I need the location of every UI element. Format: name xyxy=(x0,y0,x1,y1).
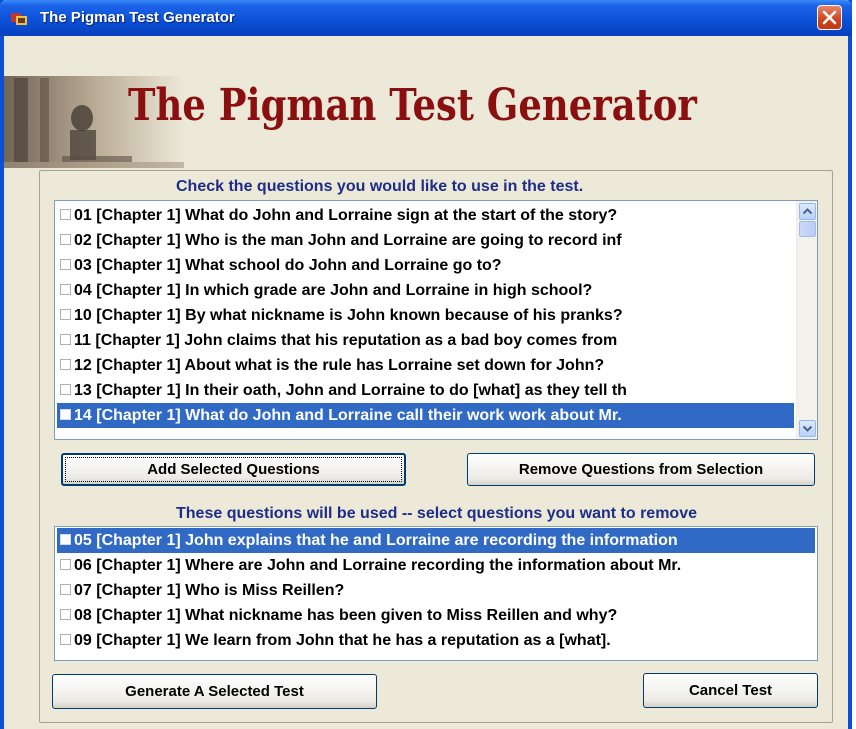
list-item-label: 01 [Chapter 1] What do John and Lorraine… xyxy=(74,207,618,224)
checkbox-icon[interactable] xyxy=(60,634,71,646)
checkbox-icon[interactable] xyxy=(60,384,71,396)
available-instruction: Check the questions you would like to us… xyxy=(176,178,584,195)
checkbox-icon[interactable] xyxy=(60,609,71,621)
list-item[interactable]: 02 [Chapter 1] Who is the man John and L… xyxy=(57,228,794,253)
cancel-test-button[interactable]: Cancel Test xyxy=(643,673,818,708)
checkbox-icon[interactable] xyxy=(60,359,71,371)
list-item[interactable]: 13 [Chapter 1] In their oath, John and L… xyxy=(57,378,794,403)
list-item[interactable]: 03 [Chapter 1] What school do John and L… xyxy=(57,253,794,278)
checkbox-icon[interactable] xyxy=(60,234,71,246)
list-item[interactable]: 05 [Chapter 1] John explains that he and… xyxy=(57,528,815,553)
checkbox-icon[interactable] xyxy=(60,284,71,296)
checkbox-icon[interactable] xyxy=(60,209,71,221)
title-bar[interactable]: The Pigman Test Generator xyxy=(0,0,852,36)
list-item-label: 10 [Chapter 1] By what nickname is John … xyxy=(74,307,623,324)
checkbox-icon[interactable] xyxy=(60,334,71,346)
checkbox-icon[interactable] xyxy=(60,584,71,596)
close-icon xyxy=(822,10,837,25)
scroll-down-button[interactable] xyxy=(799,420,816,437)
scroll-up-icon xyxy=(802,208,813,215)
list-item-label: 06 [Chapter 1] Where are John and Lorrai… xyxy=(74,557,682,574)
list-item-label: 03 [Chapter 1] What school do John and L… xyxy=(74,257,502,274)
scroll-thumb[interactable] xyxy=(799,221,816,237)
banner-title: The Pigman Test Generator xyxy=(128,80,697,131)
checkbox-icon[interactable] xyxy=(60,534,71,546)
list-item-label: 07 [Chapter 1] Who is Miss Reillen? xyxy=(74,582,345,599)
list-item[interactable]: 11 [Chapter 1] John claims that his repu… xyxy=(57,328,794,353)
list-item[interactable]: 10 [Chapter 1] By what nickname is John … xyxy=(57,303,794,328)
list-item[interactable]: 09 [Chapter 1] We learn from John that h… xyxy=(57,628,815,653)
generate-test-button[interactable]: Generate A Selected Test xyxy=(52,674,377,709)
selected-instruction: These questions will be used -- select q… xyxy=(176,505,697,522)
list-item-label: 14 [Chapter 1] What do John and Lorraine… xyxy=(74,407,622,424)
close-button[interactable] xyxy=(817,5,842,30)
scroll-up-button[interactable] xyxy=(799,203,816,220)
checkbox-icon[interactable] xyxy=(60,409,71,421)
remove-selection-button[interactable]: Remove Questions from Selection xyxy=(467,453,815,486)
list-item[interactable]: 14 [Chapter 1] What do John and Lorraine… xyxy=(57,403,794,428)
list-item-label: 13 [Chapter 1] In their oath, John and L… xyxy=(74,382,627,399)
list-item[interactable]: 07 [Chapter 1] Who is Miss Reillen? xyxy=(57,578,815,603)
list-item[interactable]: 12 [Chapter 1] About what is the rule ha… xyxy=(57,353,794,378)
list-item-label: 02 [Chapter 1] Who is the man John and L… xyxy=(74,232,622,249)
add-selected-button[interactable]: Add Selected Questions xyxy=(61,453,406,486)
list-item-label: 12 [Chapter 1] About what is the rule ha… xyxy=(74,357,605,374)
list-item[interactable]: 01 [Chapter 1] What do John and Lorraine… xyxy=(57,203,794,228)
window-title: The Pigman Test Generator xyxy=(40,9,235,26)
list-item-label: 09 [Chapter 1] We learn from John that h… xyxy=(74,632,611,649)
checkbox-icon[interactable] xyxy=(60,309,71,321)
list-item[interactable]: 04 [Chapter 1] In which grade are John a… xyxy=(57,278,794,303)
checkbox-icon[interactable] xyxy=(60,559,71,571)
list-item-label: 08 [Chapter 1] What nickname has been gi… xyxy=(74,607,618,624)
list-item-label: 11 [Chapter 1] John claims that his repu… xyxy=(74,332,618,349)
checkbox-icon[interactable] xyxy=(60,259,71,271)
available-questions-list[interactable]: 01 [Chapter 1] What do John and Lorraine… xyxy=(54,200,818,440)
app-icon xyxy=(11,13,27,25)
list-item[interactable]: 08 [Chapter 1] What nickname has been gi… xyxy=(57,603,815,628)
scroll-down-icon xyxy=(802,425,813,432)
app-window: The Pigman Test Generator The Pigman Tes… xyxy=(0,0,852,729)
scrollbar[interactable] xyxy=(796,201,817,439)
list-item-label: 05 [Chapter 1] John explains that he and… xyxy=(74,532,678,549)
list-item[interactable]: 06 [Chapter 1] Where are John and Lorrai… xyxy=(57,553,815,578)
list-item-label: 04 [Chapter 1] In which grade are John a… xyxy=(74,282,593,299)
selected-questions-list[interactable]: 05 [Chapter 1] John explains that he and… xyxy=(54,526,818,661)
